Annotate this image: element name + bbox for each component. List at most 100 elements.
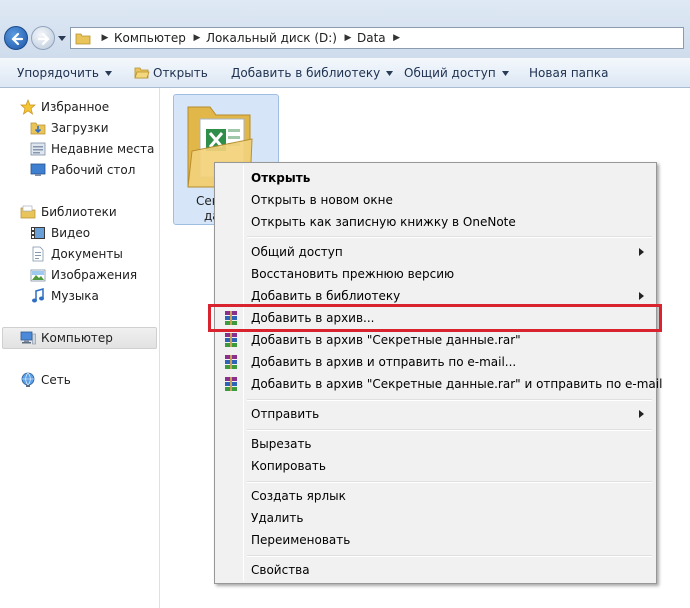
menu-item-add-archive-named-email[interactable]: Добавить в архив "Секретные данные.rar" …: [217, 373, 662, 395]
organize-label: Упорядочить: [17, 66, 99, 80]
nav-video[interactable]: Видео: [30, 223, 90, 243]
menu-item-cut-label: Вырезать: [251, 437, 312, 451]
nav-network[interactable]: Сеть: [20, 370, 71, 390]
open-label: Открыть: [153, 66, 208, 80]
nav-music[interactable]: Музыка: [30, 286, 99, 306]
winrar-icon: [225, 355, 237, 369]
menu-item-open-label: Открыть: [251, 171, 311, 185]
crumb-data[interactable]: Data: [354, 31, 391, 45]
nav-libraries[interactable]: Библиотеки: [20, 202, 117, 222]
nav-downloads-label: Загрузки: [51, 121, 109, 135]
menu-item-properties-label: Свойства: [251, 563, 310, 577]
folder-icon: [75, 33, 91, 44]
forward-button[interactable]: [31, 26, 55, 50]
crumb-separator-icon[interactable]: ▶: [99, 33, 111, 43]
nav-music-label: Музыка: [51, 289, 99, 303]
back-button[interactable]: [4, 26, 28, 50]
history-dropdown-icon[interactable]: [58, 34, 66, 42]
nav-network-label: Сеть: [41, 373, 71, 387]
chevron-down-icon: [386, 70, 394, 76]
chevron-down-icon: [104, 70, 112, 76]
submenu-arrow-icon: [639, 410, 644, 418]
submenu-arrow-icon: [639, 292, 644, 300]
menu-item-rename[interactable]: Переименовать: [217, 529, 654, 551]
libraries-icon: [20, 205, 36, 219]
open-folder-icon: [134, 67, 150, 79]
menu-separator: [247, 481, 652, 483]
documents-icon: [32, 246, 44, 262]
menu-item-add-archive-named[interactable]: Добавить в архив "Секретные данные.rar": [217, 329, 654, 351]
nav-video-label: Видео: [51, 226, 91, 240]
nav-images[interactable]: Изображения: [30, 265, 137, 285]
menu-separator: [247, 555, 652, 557]
add-to-library-button[interactable]: Добавить в библиотеку: [231, 58, 394, 88]
menu-item-delete-label: Удалить: [251, 511, 304, 525]
nav-images-label: Изображения: [51, 268, 138, 282]
downloads-folder-icon: [30, 122, 46, 135]
menu-item-open-new-window-label: Открыть в новом окне: [251, 193, 393, 207]
menu-item-open-new-window[interactable]: Открыть в новом окне: [217, 189, 654, 211]
menu-item-copy[interactable]: Копировать: [217, 455, 654, 477]
new-folder-button[interactable]: Новая папка: [529, 58, 608, 88]
open-button[interactable]: Открыть: [134, 58, 208, 88]
menu-item-copy-label: Копировать: [251, 459, 326, 473]
menu-item-rename-label: Переименовать: [251, 533, 351, 547]
command-toolbar: Упорядочить Открыть Добавить в библиотек…: [0, 58, 690, 88]
nav-desktop[interactable]: Рабочий стол: [30, 160, 135, 180]
menu-item-restore-label: Восстановить прежнюю версию: [251, 267, 455, 281]
crumb-separator-icon[interactable]: ▶: [191, 33, 203, 43]
nav-favorites[interactable]: Избранное: [20, 97, 109, 117]
images-icon: [30, 269, 46, 282]
crumb-separator-icon[interactable]: ▶: [391, 33, 403, 43]
crumb-computer[interactable]: Компьютер: [111, 31, 191, 45]
desktop-icon: [30, 163, 46, 176]
video-icon: [31, 227, 45, 239]
address-box[interactable]: ▶ Компьютер ▶ Локальный диск (D:) ▶ Data…: [70, 27, 684, 49]
nav-recent[interactable]: Недавние места: [30, 139, 154, 159]
nav-documents[interactable]: Документы: [30, 244, 123, 264]
menu-item-add-archive-email-label: Добавить в архив и отправить по e-mail..…: [251, 355, 517, 369]
winrar-icon: [225, 377, 237, 391]
menu-item-send-to[interactable]: Отправить: [217, 403, 654, 425]
menu-item-add-library-label: Добавить в библиотеку: [251, 289, 401, 303]
menu-item-add-archive-named-label: Добавить в архив "Секретные данные.rar": [251, 333, 521, 347]
menu-item-add-archive-email[interactable]: Добавить в архив и отправить по e-mail..…: [217, 351, 654, 373]
crumb-separator-icon[interactable]: ▶: [342, 33, 354, 43]
navigation-pane: Избранное Загрузки Недавние места Рабочи…: [0, 88, 160, 608]
star-icon: [20, 99, 36, 115]
menu-item-open-onenote[interactable]: Открыть как записную книжку в OneNote: [217, 211, 654, 233]
share-label: Общий доступ: [404, 66, 496, 80]
menu-item-restore[interactable]: Восстановить прежнюю версию: [217, 263, 654, 285]
nav-libraries-label: Библиотеки: [41, 205, 117, 219]
crumb-local-disk[interactable]: Локальный диск (D:): [203, 31, 342, 45]
menu-item-share-label: Общий доступ: [251, 245, 343, 259]
menu-item-share[interactable]: Общий доступ: [217, 241, 654, 263]
menu-separator: [247, 399, 652, 401]
nav-documents-label: Документы: [51, 247, 123, 261]
menu-item-delete[interactable]: Удалить: [217, 507, 654, 529]
menu-item-cut[interactable]: Вырезать: [217, 433, 654, 455]
menu-item-create-shortcut-label: Создать ярлык: [251, 489, 346, 503]
highlight-frame: [208, 304, 662, 332]
computer-icon: [20, 331, 36, 345]
add-to-library-label: Добавить в библиотеку: [231, 66, 381, 80]
address-bar-row: ▶ Компьютер ▶ Локальный диск (D:) ▶ Data…: [0, 0, 690, 58]
menu-item-open[interactable]: Открыть: [217, 167, 654, 189]
recent-places-icon: [30, 142, 46, 156]
menu-item-create-shortcut[interactable]: Создать ярлык: [217, 485, 654, 507]
share-button[interactable]: Общий доступ: [404, 58, 509, 88]
new-folder-label: Новая папка: [529, 66, 609, 80]
nav-downloads[interactable]: Загрузки: [30, 118, 109, 138]
network-icon: [21, 372, 35, 387]
chevron-down-icon: [501, 70, 509, 76]
context-menu: Открыть Открыть в новом окне Открыть как…: [214, 162, 662, 584]
nav-computer-label: Компьютер: [41, 331, 113, 345]
submenu-arrow-icon: [639, 248, 644, 256]
nav-recent-label: Недавние места: [51, 142, 155, 156]
nav-desktop-label: Рабочий стол: [51, 163, 136, 177]
arrow-left-icon: [11, 32, 24, 46]
organize-button[interactable]: Упорядочить: [17, 58, 112, 88]
menu-separator: [247, 236, 652, 238]
menu-item-properties[interactable]: Свойства: [217, 559, 654, 581]
nav-computer[interactable]: Компьютер: [20, 328, 113, 348]
